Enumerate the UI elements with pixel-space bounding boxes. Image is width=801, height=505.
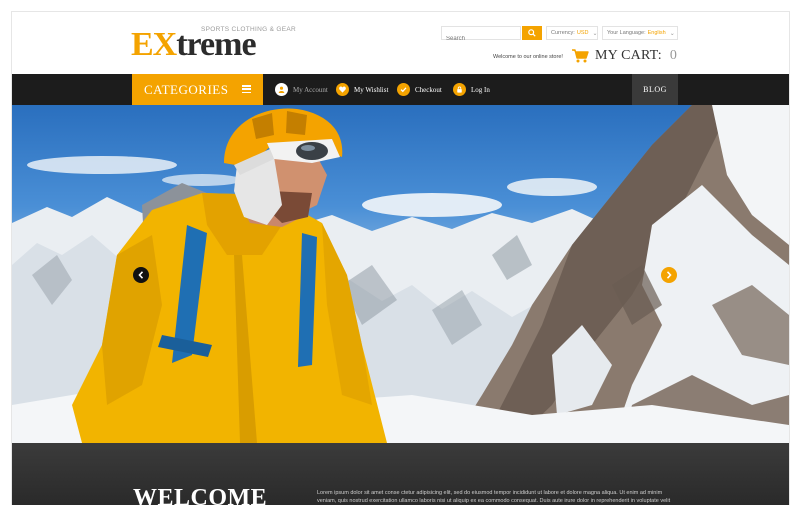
slider-next-button[interactable] [661, 267, 677, 283]
nav-checkout-label: Checkout [415, 85, 442, 94]
categories-label: CATEGORIES [144, 81, 229, 97]
hero-slider[interactable] [12, 105, 789, 443]
main-nav: CATEGORIES My Account My Wishlist Checko… [12, 74, 789, 105]
brand-logo[interactable]: SPORTS CLOTHING & GEAR EXtreme [131, 24, 301, 64]
check-icon [397, 83, 410, 96]
heart-icon [336, 83, 349, 96]
search-input[interactable] [442, 33, 520, 45]
language-select[interactable]: Your Language: English ⌄ [602, 26, 678, 40]
nav-checkout[interactable]: Checkout [397, 74, 442, 105]
currency-label: Currency: [551, 30, 575, 36]
search-button[interactable] [522, 26, 542, 40]
search-field[interactable] [441, 26, 521, 45]
cart-link[interactable]: MY CART: 0 [572, 46, 677, 66]
search-icon [528, 29, 536, 37]
page-frame: SPORTS CLOTHING & GEAR EXtreme Currency:… [12, 12, 789, 505]
site-header: SPORTS CLOTHING & GEAR EXtreme Currency:… [12, 12, 789, 74]
brand-wordmark: EXtreme [131, 26, 257, 64]
chevron-down-icon: ⌄ [592, 30, 598, 37]
nav-log-in[interactable]: Log In [453, 74, 490, 105]
brand-prefix: EX [131, 26, 177, 63]
welcome-section: WELCOME Lorem ipsum dolor sit amet conse… [12, 443, 789, 505]
slider-prev-button[interactable] [133, 267, 149, 283]
nav-my-wishlist[interactable]: My Wishlist [336, 74, 388, 105]
cart-icon [572, 49, 589, 63]
user-icon [275, 83, 288, 96]
welcome-text: Lorem ipsum dolor sit amet conse ctetur … [317, 490, 671, 504]
brand-rest: treme [176, 26, 256, 63]
language-value: English [647, 30, 666, 36]
nav-my-account-label: My Account [293, 85, 328, 94]
welcome-message: Welcome to our online store! [493, 54, 563, 60]
chevron-down-icon: ⌄ [669, 30, 675, 37]
nav-my-account[interactable]: My Account [275, 74, 328, 105]
lock-icon [453, 83, 466, 96]
nav-log-in-label: Log In [471, 85, 490, 94]
welcome-title: WELCOME [133, 485, 268, 505]
cart-label: MY CART: [595, 48, 662, 63]
language-label: Your Language: [607, 30, 646, 36]
currency-select[interactable]: Currency: USD ⌄ [546, 26, 598, 40]
cart-count: 0 [669, 48, 677, 63]
categories-button[interactable]: CATEGORIES [132, 74, 263, 105]
nav-my-wishlist-label: My Wishlist [354, 85, 389, 94]
chevron-left-icon [138, 271, 144, 279]
currency-value: USD [576, 30, 589, 36]
nav-blog[interactable]: BLOG [632, 74, 678, 105]
chevron-right-icon [666, 271, 672, 279]
menu-icon [242, 85, 251, 94]
